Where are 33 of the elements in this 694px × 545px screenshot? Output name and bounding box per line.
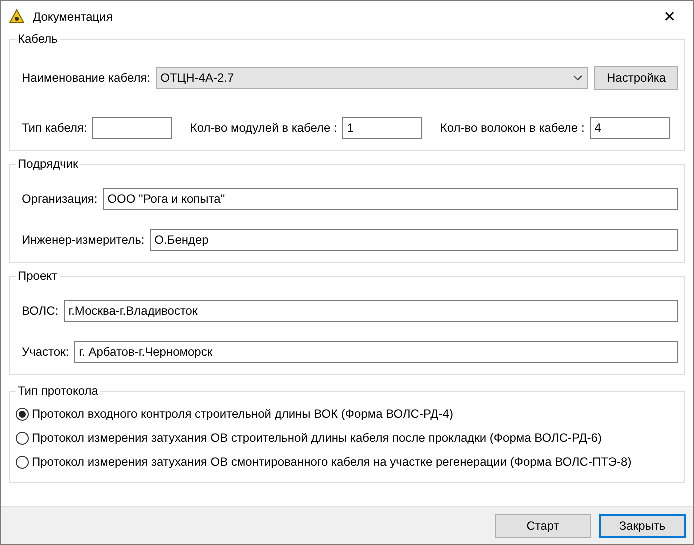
radio-button[interactable] bbox=[16, 408, 29, 420]
group-title: Тип протокола bbox=[17, 384, 100, 398]
field-label: Инженер-измеритель: bbox=[22, 233, 145, 247]
close-dialog-button[interactable]: Закрыть bbox=[599, 514, 686, 538]
field-label: Организация: bbox=[22, 192, 98, 206]
field-label: Кол-во модулей в кабеле : bbox=[190, 121, 338, 135]
group-title: Подрядчик bbox=[17, 157, 80, 171]
text-field[interactable]: ООО "Рога и копыта" bbox=[102, 188, 678, 210]
text-field[interactable]: 1 bbox=[342, 117, 422, 139]
radio-button[interactable] bbox=[16, 432, 29, 444]
text-field[interactable]: 4 bbox=[590, 117, 670, 139]
start-button[interactable]: Старт bbox=[495, 514, 591, 538]
field-label: Кол-во волокон в кабеле : bbox=[440, 121, 585, 135]
field-label: Наименование кабеля: bbox=[22, 71, 151, 85]
chevron-down-icon bbox=[573, 75, 583, 81]
close-button[interactable]: ✕ bbox=[647, 1, 693, 32]
text-field[interactable] bbox=[92, 117, 172, 139]
group-title: Проект bbox=[17, 269, 59, 283]
cable-dropdown[interactable]: ОТЦН-4А-2.7 bbox=[156, 67, 588, 89]
warning-icon bbox=[9, 9, 25, 24]
radio-button[interactable] bbox=[16, 456, 29, 468]
text-field[interactable]: О.Бендер bbox=[150, 229, 678, 251]
field-label: ВОЛС: bbox=[22, 304, 59, 318]
radio-label[interactable]: Протокол измерения затухания ОВ смонтированного кабеля на участке регенерации (Форма ВОЛС-ПТЭ-8) bbox=[32, 455, 632, 469]
settings-button[interactable]: Настройка bbox=[594, 66, 678, 90]
window-title: Документация bbox=[33, 10, 114, 24]
group-title: Кабель bbox=[17, 32, 59, 46]
text-field[interactable]: г. Арбатов-г.Черноморск bbox=[74, 341, 678, 363]
field-label: Участок: bbox=[22, 345, 70, 359]
field-label: Тип кабеля: bbox=[22, 121, 88, 135]
radio-label[interactable]: Протокол измерения затухания ОВ строительной длины кабеля после прокладки (Форма ВОЛС-РД-6) bbox=[32, 431, 602, 445]
radio-label[interactable]: Протокол входного контроля строительной длины ВОК (Форма ВОЛС-РД-4) bbox=[32, 407, 454, 421]
text-field[interactable]: г.Москва-г.Владивосток bbox=[64, 300, 678, 322]
